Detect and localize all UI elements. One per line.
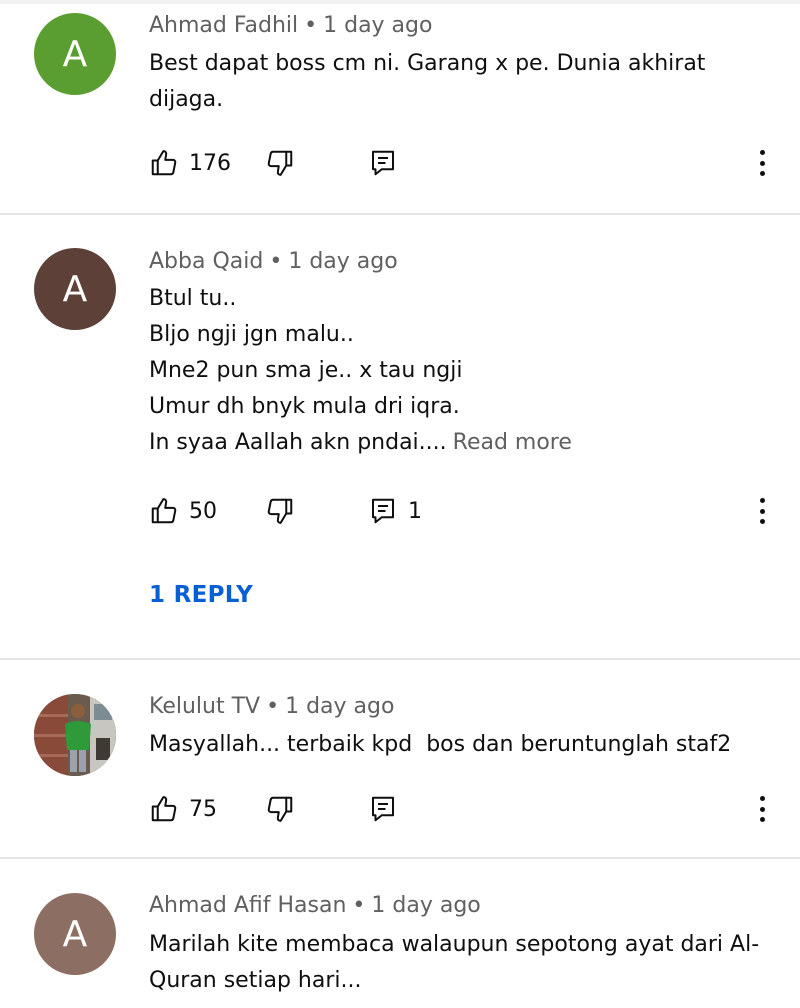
timestamp[interactable]: 1 day ago [323, 13, 432, 38]
author-name[interactable]: Abba Qaid [149, 249, 263, 274]
divider [0, 857, 800, 859]
comment-meta: Kelulut TV • 1 day ago [149, 694, 394, 719]
reply-icon [372, 498, 394, 524]
comment-line: dijaga. [149, 87, 224, 112]
separator: • [352, 893, 366, 918]
divider [0, 213, 800, 215]
dislike-button[interactable] [265, 794, 295, 824]
dislike-icon [267, 150, 293, 176]
like-button[interactable]: 75 [149, 794, 217, 824]
like-count: 176 [189, 150, 231, 176]
comment-line: Quran setiap hari... [149, 968, 362, 993]
reply-button[interactable] [368, 794, 408, 824]
separator: • [269, 249, 283, 274]
separator: • [304, 13, 318, 38]
comment-line: Bljo ngji jgn malu.. [149, 322, 354, 347]
comment-meta: Abba Qaid • 1 day ago [149, 249, 398, 274]
like-button[interactable]: 176 [149, 148, 231, 178]
avatar[interactable]: A [34, 893, 116, 975]
more-options-icon[interactable] [752, 495, 772, 527]
avatar[interactable]: A [34, 248, 116, 330]
avatar-letter: A [62, 268, 88, 310]
comment-line: In syaa Aallah akn pndai.... Read more [149, 425, 759, 461]
like-icon [151, 498, 177, 524]
comment-line: Marilah kite membaca walaupun sepotong a… [149, 932, 760, 957]
reply-count: 1 [408, 498, 422, 524]
dislike-icon [267, 498, 293, 524]
author-name[interactable]: Ahmad Fadhil [149, 13, 298, 38]
comment-meta: Ahmad Afif Hasan • 1 day ago [149, 893, 481, 918]
comment-actions: 50 1 [149, 496, 789, 526]
separator: • [266, 694, 280, 719]
comment-line: Masyallah... terbaik kpd bos dan beruntu… [149, 732, 732, 757]
avatar-letter: A [62, 33, 88, 75]
comment-line: Mne2 pun sma je.. x tau ngji [149, 358, 463, 383]
author-name[interactable]: Ahmad Afif Hasan [149, 893, 346, 918]
timestamp[interactable]: 1 day ago [288, 249, 397, 274]
comment-text: Marilah kite membaca walaupun sepotong a… [149, 927, 759, 999]
like-button[interactable]: 50 [149, 496, 217, 526]
comment-line: Best dapat boss cm ni. Garang x pe. Duni… [149, 51, 706, 76]
like-count: 75 [189, 796, 217, 822]
more-options-icon[interactable] [752, 147, 772, 179]
avatar[interactable] [34, 694, 116, 776]
reply-icon [372, 796, 394, 822]
dislike-icon [267, 796, 293, 822]
comment-line: Umur dh bnyk mula dri iqra. [149, 394, 460, 419]
comment-line: Btul tu.. [149, 286, 237, 311]
timestamp[interactable]: 1 day ago [285, 694, 394, 719]
like-count: 50 [189, 498, 217, 524]
top-edge [0, 0, 800, 4]
comment-actions: 176 [149, 148, 789, 178]
avatar-photo [34, 694, 116, 776]
comment-meta: Ahmad Fadhil • 1 day ago [149, 13, 432, 38]
comment-text: Best dapat boss cm ni. Garang x pe. Duni… [149, 46, 759, 118]
comment-line-text: In syaa Aallah akn pndai.... [149, 430, 447, 455]
dislike-button[interactable] [265, 496, 295, 526]
avatar-letter: A [62, 913, 88, 955]
reply-button[interactable] [368, 148, 408, 178]
comment-actions: 75 [149, 794, 789, 824]
view-replies-button[interactable]: 1 REPLY [149, 582, 253, 608]
author-name[interactable]: Kelulut TV [149, 694, 260, 719]
reply-icon [372, 150, 394, 176]
like-icon [151, 150, 177, 176]
comment-text: Masyallah... terbaik kpd bos dan beruntu… [149, 727, 759, 763]
read-more-link[interactable]: Read more [453, 430, 572, 455]
dislike-button[interactable] [265, 148, 295, 178]
avatar[interactable]: A [34, 13, 116, 95]
like-icon [151, 796, 177, 822]
divider [0, 658, 800, 660]
reply-button[interactable]: 1 [368, 496, 422, 526]
timestamp[interactable]: 1 day ago [371, 893, 480, 918]
more-options-icon[interactable] [752, 793, 772, 825]
comment-text: Btul tu.. Bljo ngji jgn malu.. Mne2 pun … [149, 281, 759, 461]
